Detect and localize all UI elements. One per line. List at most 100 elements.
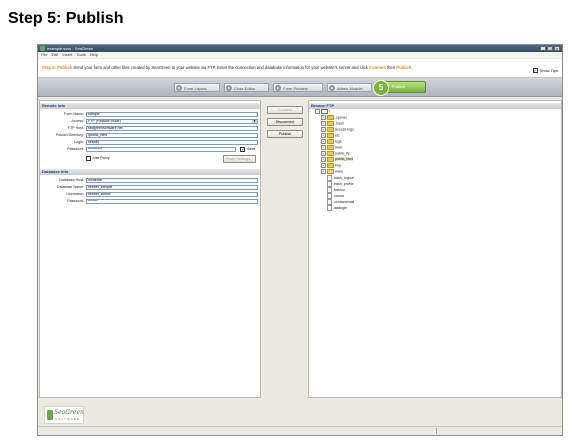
tree-folder[interactable]: + .trash <box>321 121 344 126</box>
step-label: Code Editor <box>234 86 256 91</box>
db-host-input[interactable]: localhost <box>86 178 258 183</box>
menu-edit[interactable]: Edit <box>51 52 58 58</box>
tree-file-label: .lastlogin <box>333 205 348 210</box>
tree-folder-label: .cpanel <box>335 115 347 120</box>
close-button[interactable]: x <box>554 46 560 51</box>
expand-icon[interactable]: + <box>321 163 326 168</box>
expand-icon[interactable]: + <box>321 133 326 138</box>
step-publish-current[interactable]: 5 Publish <box>373 80 426 96</box>
folder-icon <box>327 163 334 168</box>
show-tips-toggle[interactable]: ✓ Show Tips <box>532 68 558 73</box>
ftp-host-label: FTP Host: <box>67 126 84 130</box>
access-value: FTP (Passive Mode) <box>88 119 121 123</box>
db-password-row: Password: ******* <box>40 199 260 205</box>
expand-icon[interactable]: + <box>321 139 326 144</box>
minimize-button[interactable]: _ <box>540 46 546 51</box>
tree-folder-label: .trash <box>335 121 344 126</box>
expand-icon[interactable]: + <box>321 151 326 156</box>
db-password-input[interactable]: ******* <box>86 199 258 204</box>
use-proxy-checkbox[interactable] <box>86 156 91 161</box>
status-divider <box>436 428 437 434</box>
tips-middle: then <box>385 65 397 70</box>
step-arrow-icon: ▸ <box>176 85 182 91</box>
step-code-editor[interactable]: ▸ Code Editor <box>224 83 269 92</box>
page-heading: Step 5: Publish <box>8 10 124 27</box>
tree-folder[interactable]: + www <box>321 169 343 174</box>
ftp-host-input[interactable]: seagreensoftware.net <box>86 126 258 131</box>
step-arrow-icon: ▸ <box>329 85 335 91</box>
tree-file[interactable]: .bashrc <box>327 187 345 193</box>
proxy-row: Use Proxy Proxy Settings... <box>40 155 260 163</box>
db-password-label: Password: <box>67 199 84 203</box>
password-input[interactable]: ********** <box>86 147 236 152</box>
window-controls: _ □ x <box>540 46 560 51</box>
tree-file-label: .bash_profile <box>333 181 354 186</box>
db-name-label: Database Name: <box>57 185 84 189</box>
show-tips-checkbox[interactable]: ✓ <box>532 68 538 73</box>
tree-folder[interactable]: + public_ftp <box>321 151 350 156</box>
expand-icon[interactable]: + <box>321 145 326 150</box>
tree-file-label: .bashrc <box>333 187 345 192</box>
db-name-input[interactable]: seanet_sample <box>86 185 258 190</box>
expand-icon[interactable]: + <box>321 121 326 126</box>
status-bar <box>38 426 562 435</box>
tree-folder[interactable]: + mail <box>321 145 342 150</box>
expand-icon[interactable]: + <box>321 115 326 120</box>
db-username-input[interactable]: seanet_admin <box>86 192 258 197</box>
menu-tools[interactable]: Tools <box>76 52 85 58</box>
tree-file[interactable]: .bash_profile <box>327 181 354 187</box>
tree-folder[interactable]: + access-logs <box>321 127 354 132</box>
tree-root[interactable]: - / <box>315 109 330 114</box>
tree-file[interactable]: .canna <box>327 193 344 199</box>
folder-icon <box>321 109 328 114</box>
save-label: Save <box>247 147 256 151</box>
tree-folder-label: logs <box>335 139 342 144</box>
access-select[interactable]: FTP (Passive Mode) ▼ <box>86 119 258 124</box>
menu-insert[interactable]: Insert <box>62 52 72 58</box>
login-input[interactable]: seanet <box>86 140 258 145</box>
tree-folder-label: tmp <box>335 163 341 168</box>
collapse-icon[interactable]: - <box>315 109 320 114</box>
tree-folder[interactable]: + etc <box>321 133 340 138</box>
step-arrow-icon: ▸ <box>226 85 232 91</box>
step-admin-module[interactable]: ▸ Admin Module <box>327 83 372 92</box>
folder-icon <box>327 127 334 132</box>
folder-icon <box>327 121 334 126</box>
title-bar: example.sxcs - SeaGreen _ □ x <box>38 45 562 52</box>
step-form-preview[interactable]: ▸ Form Preview <box>273 83 323 92</box>
tree-file[interactable]: .bash_logout <box>327 175 354 181</box>
tree-file[interactable]: .contactemail <box>327 199 354 205</box>
menu-help[interactable]: Help <box>90 52 98 58</box>
expand-icon[interactable]: + <box>321 157 326 162</box>
step-label: Form Preview <box>283 86 308 91</box>
tree-folder-selected[interactable]: + public_html <box>321 157 354 162</box>
password-row: Password: ********** ✓ Save <box>40 147 260 153</box>
tree-folder-label: etc <box>335 133 340 138</box>
publish-dir-input[interactable]: /public_html <box>86 133 258 138</box>
chevron-down-icon[interactable]: ▼ <box>252 120 257 123</box>
expand-icon[interactable]: + <box>321 169 326 174</box>
save-checkbox[interactable]: ✓ <box>240 147 245 152</box>
proxy-settings-button[interactable]: Proxy Settings... <box>223 155 256 163</box>
maximize-button[interactable]: □ <box>547 46 553 51</box>
form-name-input[interactable]: sample <box>86 112 258 117</box>
step-form-layout[interactable]: ▸ Form Layout <box>174 83 220 92</box>
publish-button[interactable]: Publish <box>267 130 303 138</box>
db-name-row: Database Name: seanet_sample <box>40 185 260 191</box>
db-username-row: Username: seanet_admin <box>40 192 260 198</box>
tree-folder[interactable]: + .cpanel <box>321 115 347 120</box>
access-label: Access: <box>71 119 84 123</box>
browse-ftp-panel: Browse FTP - / + .cpanel + .trash + access-l… <box>308 100 562 398</box>
tree-folder-label: public_ftp <box>335 151 351 156</box>
tree-folder[interactable]: + tmp <box>321 163 341 168</box>
folder-icon <box>327 133 334 138</box>
expand-icon[interactable]: + <box>321 127 326 132</box>
folder-icon <box>327 139 334 144</box>
connect-button[interactable]: Connect <box>267 106 303 114</box>
login-label: Login: <box>74 140 84 144</box>
disconnect-button[interactable]: Disconnect <box>267 118 303 126</box>
remote-info-title: Remote Info <box>40 103 260 109</box>
menu-file[interactable]: File <box>41 52 47 58</box>
tree-file[interactable]: .lastlogin <box>327 205 348 211</box>
tree-folder[interactable]: + logs <box>321 139 342 144</box>
